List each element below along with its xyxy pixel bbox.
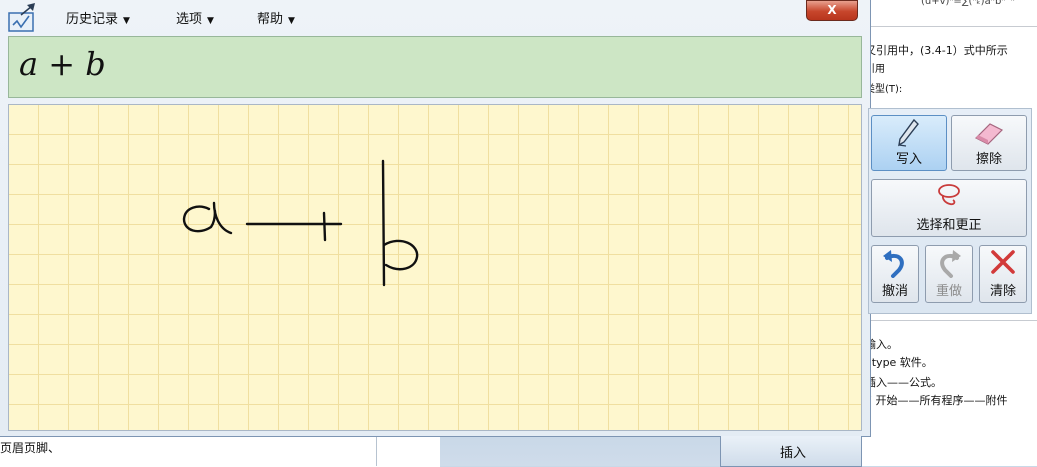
doc-divider [866, 320, 1037, 321]
redo-arrow-icon [940, 250, 961, 278]
select-correct-label: 选择和更正 [916, 218, 982, 233]
menu-help-label: 帮助 [257, 12, 284, 27]
pen-icon [898, 118, 919, 147]
doc-text-line: atype 软件。 [865, 356, 933, 369]
close-button[interactable]: X [806, 0, 858, 21]
ink-stroke-b-bowl [382, 239, 419, 271]
background-document-bottom: 页眉页脚、 [0, 432, 440, 467]
write-label: 写入 [895, 152, 922, 167]
chevron-down-icon: ▼ [288, 16, 295, 26]
erase-label: 擦除 [975, 152, 1002, 167]
menu-options[interactable]: 选项 ▼ [176, 8, 214, 27]
undo-label: 撤消 [881, 284, 908, 299]
close-icon: X [827, 3, 837, 17]
chevron-down-icon: ▼ [207, 16, 214, 26]
doc-formula-fragment: (u+v)ⁿ=∑(ⁿₖ)aᵏbⁿ⁻ᵏ [921, 0, 1015, 7]
ink-stroke-a-tail [212, 201, 233, 235]
menu-history-label: 历史记录 [66, 12, 119, 27]
menu-history[interactable]: 历史记录 ▼ [66, 8, 130, 27]
handwriting-input-area[interactable] [8, 104, 862, 431]
handwriting-ink [182, 159, 419, 287]
math-input-app-icon [8, 3, 35, 32]
menu-bar: 历史记录 ▼ 选项 ▼ 帮助 ▼ X [0, 0, 870, 34]
recognition-preview: a + b [8, 36, 862, 98]
erase-button[interactable]: 擦除 [951, 115, 1027, 171]
ink-stroke-b-stem [381, 159, 386, 287]
doc-divider [866, 26, 1037, 27]
red-x-icon [991, 250, 1015, 274]
clear-label: 清除 [989, 284, 1016, 299]
undo-arrow-icon [883, 250, 904, 278]
select-correct-button[interactable]: 选择和更正 [871, 179, 1027, 237]
math-input-panel-window: 历史记录 ▼ 选项 ▼ 帮助 ▼ X a + b [0, 0, 871, 437]
menu-help[interactable]: 帮助 ▼ [257, 8, 295, 27]
tool-panel: 写入 擦除 选择和更正 撤消 重做 清除 [868, 108, 1032, 314]
doc-text-line: 7 开始——所有程序——附件 [865, 394, 1008, 407]
ink-stroke-plus-v [322, 211, 327, 242]
doc-text-line: 插入——公式。 [865, 376, 942, 389]
chevron-down-icon: ▼ [123, 16, 130, 26]
recognized-formula: a + b [19, 45, 106, 83]
undo-button[interactable]: 撤消 [871, 245, 919, 303]
insert-button-label: 插入 [780, 446, 807, 461]
redo-label: 重做 [935, 284, 962, 299]
clear-button[interactable]: 清除 [979, 245, 1027, 303]
menu-options-label: 选项 [176, 12, 203, 27]
write-button[interactable]: 写入 [871, 115, 947, 171]
lasso-icon [938, 184, 960, 206]
doc-text-line: 又引用中，(3.4-1）式中所示 [865, 44, 1008, 57]
ink-stroke-a [182, 205, 217, 233]
redo-button[interactable]: 重做 [925, 245, 973, 303]
doc-bottom-text: 页眉页脚、 [0, 441, 61, 455]
eraser-icon [974, 123, 1004, 145]
